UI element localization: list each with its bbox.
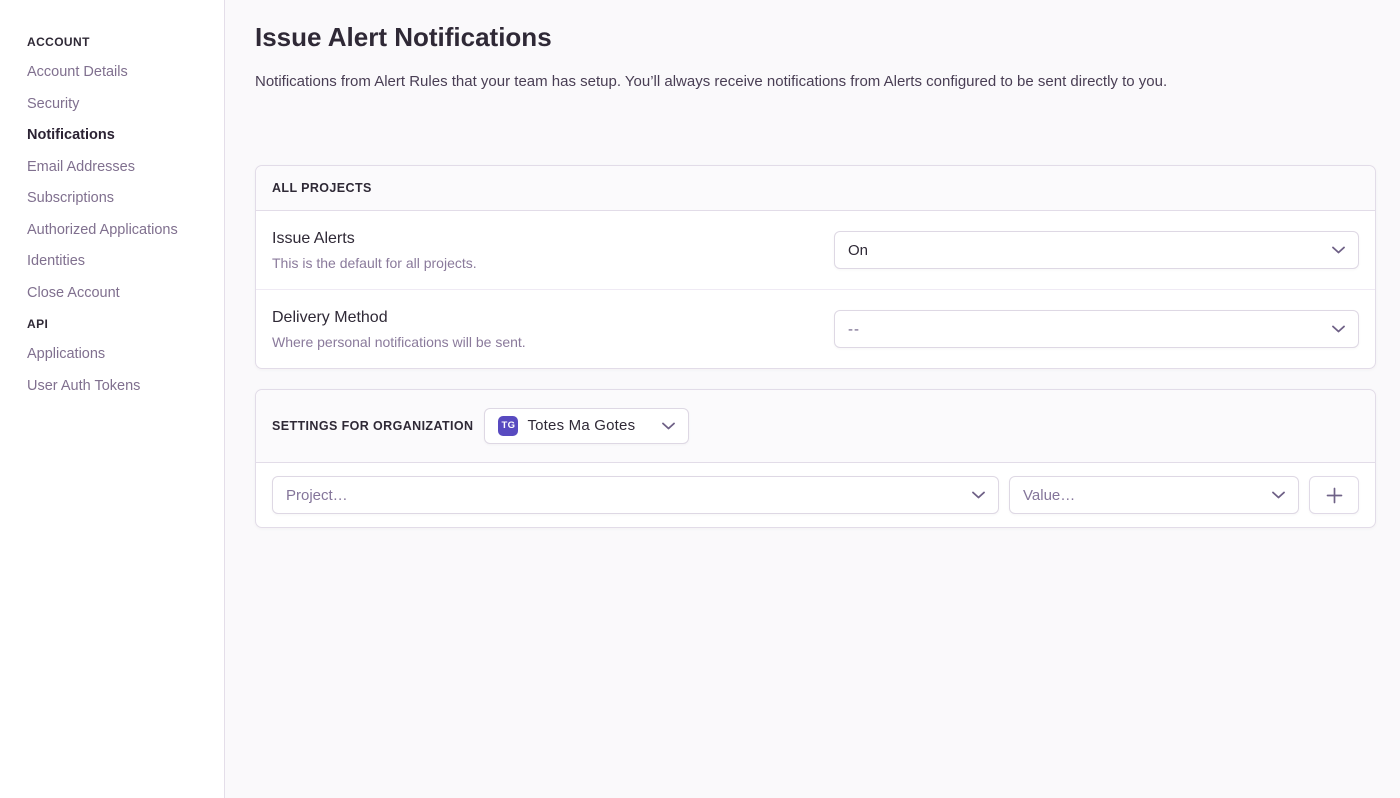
issue-alerts-row: Issue Alerts This is the default for all… [256, 211, 1375, 290]
sidebar-item-user-auth-tokens[interactable]: User Auth Tokens [27, 377, 206, 395]
organization-select[interactable]: TG Totes Ma Gotes [484, 408, 689, 444]
project-select-placeholder: Project… [286, 487, 348, 504]
chevron-down-icon [972, 491, 985, 499]
sidebar-section-api: API Applications User Auth Tokens [27, 315, 206, 395]
delivery-method-labels: Delivery Method Where personal notificat… [272, 307, 526, 351]
sidebar-section-account: Account Account Details Security Notific… [27, 33, 206, 302]
sidebar-item-identities[interactable]: Identities [27, 252, 206, 270]
project-override-row: Project… Value… [256, 463, 1375, 527]
issue-alerts-select-value: On [848, 242, 868, 259]
organization-settings-panel: Settings for Organization TG Totes Ma Go… [255, 389, 1376, 528]
chevron-down-icon [1272, 491, 1285, 499]
issue-alerts-label: Issue Alerts [272, 228, 477, 249]
sidebar-item-account-details[interactable]: Account Details [27, 63, 206, 81]
all-projects-panel: All Projects Issue Alerts This is the de… [255, 165, 1376, 369]
issue-alerts-help: This is the default for all projects. [272, 254, 477, 272]
sidebar-item-close-account[interactable]: Close Account [27, 284, 206, 302]
delivery-method-help: Where personal notifications will be sen… [272, 333, 526, 351]
project-select[interactable]: Project… [272, 476, 999, 514]
organization-panel-header-label: Settings for Organization [272, 417, 473, 435]
sidebar-item-subscriptions[interactable]: Subscriptions [27, 189, 206, 207]
delivery-method-select[interactable]: -- [834, 310, 1359, 348]
all-projects-panel-header: All Projects [256, 166, 1375, 211]
organization-avatar: TG [498, 416, 518, 436]
sidebar-header-account: Account [27, 33, 206, 51]
chevron-down-icon [1332, 246, 1345, 254]
settings-sidebar: Account Account Details Security Notific… [0, 0, 225, 798]
value-select[interactable]: Value… [1009, 476, 1299, 514]
value-select-placeholder: Value… [1023, 487, 1075, 504]
sidebar-header-api: API [27, 315, 206, 333]
organization-panel-header: Settings for Organization TG Totes Ma Go… [256, 390, 1375, 463]
plus-icon [1326, 487, 1343, 504]
delivery-method-row: Delivery Method Where personal notificat… [256, 290, 1375, 368]
issue-alerts-labels: Issue Alerts This is the default for all… [272, 228, 477, 272]
chevron-down-icon [662, 422, 675, 430]
sidebar-item-notifications[interactable]: Notifications [27, 126, 206, 144]
delivery-method-select-value: -- [848, 321, 860, 338]
add-override-button[interactable] [1309, 476, 1359, 514]
sidebar-item-email-addresses[interactable]: Email Addresses [27, 158, 206, 176]
organization-name: Totes Ma Gotes [527, 417, 635, 435]
sidebar-item-applications[interactable]: Applications [27, 345, 206, 363]
page-title: Issue Alert Notifications [255, 22, 1376, 53]
sidebar-item-security[interactable]: Security [27, 95, 206, 113]
settings-content: Issue Alert Notifications Notifications … [225, 0, 1400, 798]
delivery-method-label: Delivery Method [272, 307, 526, 328]
page-description: Notifications from Alert Rules that your… [255, 73, 1376, 91]
chevron-down-icon [1332, 325, 1345, 333]
issue-alerts-select[interactable]: On [834, 231, 1359, 269]
sidebar-item-authorized-applications[interactable]: Authorized Applications [27, 221, 206, 239]
